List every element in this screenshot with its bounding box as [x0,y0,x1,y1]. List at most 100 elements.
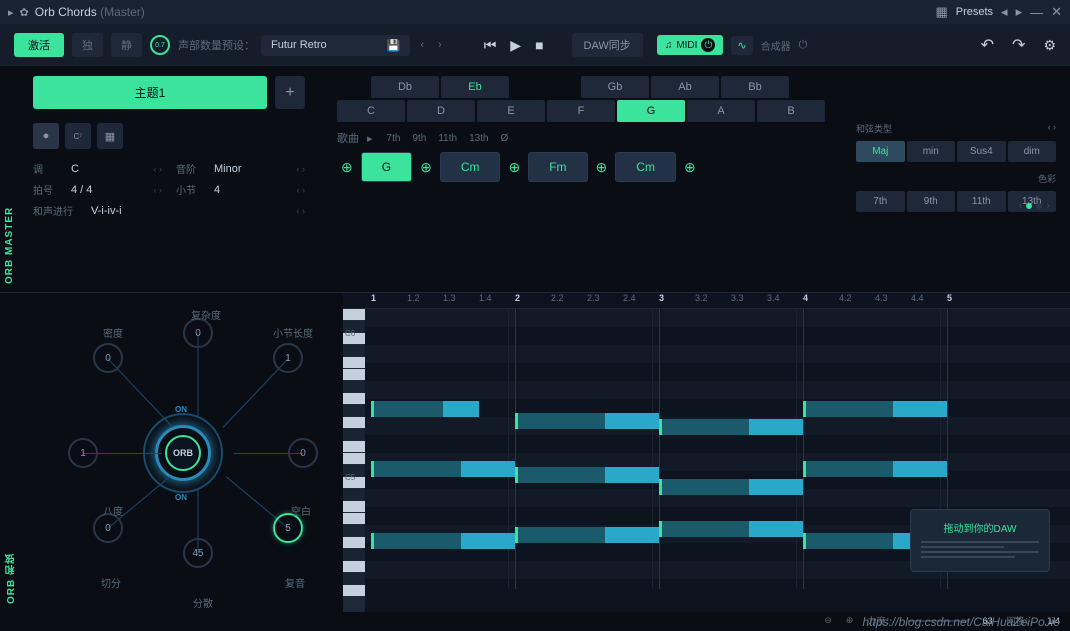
record-icon[interactable]: ● [33,123,59,149]
scale-arrows[interactable]: ‹ › [297,164,306,174]
preset-prev-icon[interactable]: ◂ [1001,4,1008,20]
midi-note[interactable] [659,419,749,435]
rewind-icon[interactable]: ⏮ [484,37,497,54]
key-value[interactable]: C [71,163,144,175]
key-Db[interactable]: Db [371,76,439,98]
solo-button[interactable]: 独 [72,33,103,57]
key-C[interactable]: C [337,100,405,122]
midi-note[interactable] [803,401,893,417]
midi-note[interactable] [371,461,461,477]
sig-arrows[interactable]: ‹ › [154,185,163,195]
preset-prev[interactable]: ‹ [416,39,428,51]
key-A[interactable]: A [687,100,755,122]
ext-11th[interactable]: 11th [432,131,463,146]
add-theme-button[interactable]: + [275,76,305,109]
ext-Ø[interactable]: Ø [495,131,515,146]
key-D[interactable]: D [407,100,475,122]
gear-icon[interactable]: ✿ [20,6,29,19]
midi-note[interactable] [803,533,893,549]
add-chord-icon[interactable]: ⊕ [592,159,612,176]
knob-k4[interactable]: 1 [68,438,98,468]
knob-density[interactable]: 0 [93,343,123,373]
add-chord-icon[interactable]: ⊕ [416,159,436,176]
orb-core[interactable]: ORB [165,435,201,471]
gain-dial[interactable]: 0.7 [150,35,170,55]
key-arrows[interactable]: ‹ › [154,164,163,174]
c7-icon[interactable]: C⁷ [65,123,91,149]
minimize-icon[interactable]: — [1030,5,1043,20]
sig-value[interactable]: 4 / 4 [71,184,144,196]
stop-icon[interactable]: ■ [535,37,543,54]
theme-button[interactable]: 主题1 [33,76,267,109]
zoom-out-icon[interactable]: ⊖ [824,615,832,626]
scale-value[interactable]: Minor [214,163,287,175]
mute-button[interactable]: 静 [111,33,142,57]
midi-note[interactable] [371,401,443,417]
knob-complexity[interactable]: 0 [183,318,213,348]
synth-toggle-icon[interactable]: ⏻ [799,39,808,52]
save-icon[interactable]: 💾 [387,39,401,52]
preset-select[interactable]: Futur Retro 💾 [261,35,410,56]
play-icon[interactable]: ▸ [8,6,14,19]
type-Maj[interactable]: Maj [856,141,905,162]
add-chord-icon[interactable]: ⊕ [504,159,524,176]
undo-icon[interactable]: ↶ [981,35,994,55]
redo-icon[interactable]: ↷ [1012,35,1025,55]
midi-note[interactable] [371,533,461,549]
settings-icon[interactable]: ⚙ [1043,37,1056,54]
song-play-icon[interactable]: ▸ [367,132,373,145]
type-dim[interactable]: dim [1008,141,1057,162]
daw-sync-button[interactable]: DAW同步 [572,33,643,57]
synth-label[interactable]: 合成器 [761,38,791,53]
preset-next[interactable]: › [434,39,446,51]
wave-button[interactable]: ∿ [731,36,752,55]
key-Ab[interactable]: Ab [651,76,719,98]
add-chord-icon[interactable]: ⊕ [680,159,700,176]
midi-note[interactable] [515,413,605,429]
color-7th[interactable]: 7th [856,191,905,212]
midi-note[interactable] [515,467,605,483]
close-icon[interactable]: ✕ [1051,4,1062,20]
ext-9th[interactable]: 9th [406,131,432,146]
key-Eb[interactable]: Eb [441,76,509,98]
chord-slot[interactable]: G [361,152,412,182]
prog-arrows[interactable]: ‹ › [297,206,306,216]
drag-hint[interactable]: 拖动到你的DAW [910,509,1050,572]
bars-arrows[interactable]: ‹ › [297,185,306,195]
knob-k45[interactable]: 45 [183,538,213,568]
type-Sus4[interactable]: Sus4 [957,141,1006,162]
grid-view-icon[interactable]: ▦ [97,123,123,149]
presets-label[interactable]: Presets [956,6,993,18]
type-arrows[interactable]: ‹ › [1048,122,1057,135]
midi-note[interactable] [659,479,749,495]
knob-k5[interactable]: 0 [288,438,318,468]
activate-button[interactable]: 激活 [14,33,64,57]
key-Bb[interactable]: Bb [721,76,789,98]
color-9th[interactable]: 9th [907,191,956,212]
midi-note[interactable] [659,521,749,537]
midi-note[interactable] [515,527,605,543]
midi-button[interactable]: ♫MIDI⏻ [657,35,724,55]
type-min[interactable]: min [907,141,956,162]
ruler[interactable]: 11.21.31.422.22.32.433.23.33.444.24.34.4… [343,293,1070,309]
chord-slot[interactable]: Cm [440,152,501,182]
key-G[interactable]: G [617,100,685,122]
midi-note[interactable] [803,461,893,477]
key-E[interactable]: E [477,100,545,122]
preset-next-icon[interactable]: ▸ [1016,4,1023,20]
grid-icon[interactable]: ▦ [935,4,947,20]
key-F[interactable]: F [547,100,615,122]
page-dots[interactable]: ‹› [1019,200,1050,212]
zoom-in-icon[interactable]: ⊕ [846,615,854,626]
add-chord-icon[interactable]: ⊕ [337,159,357,176]
bars-value[interactable]: 4 [214,184,287,196]
ext-13th[interactable]: 13th [463,131,494,146]
ext-7th[interactable]: 7th [381,131,407,146]
prog-value[interactable]: V-i-iv-i [91,205,287,217]
key-B[interactable]: B [757,100,825,122]
play-icon[interactable]: ▶ [510,37,521,54]
chord-slot[interactable]: Cm [615,152,676,182]
key-Gb[interactable]: Gb [581,76,649,98]
chord-slot[interactable]: Fm [528,152,587,182]
knob-barlength[interactable]: 1 [273,343,303,373]
